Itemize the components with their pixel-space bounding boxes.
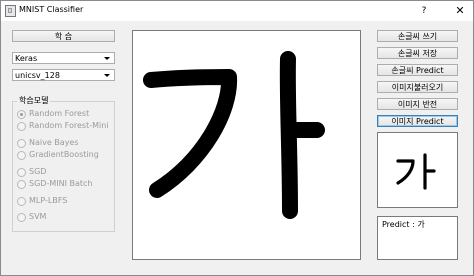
chevron-down-icon bbox=[104, 57, 110, 60]
prediction-result-box: Predict : 가 bbox=[377, 216, 458, 260]
radio-button[interactable] bbox=[17, 180, 26, 189]
model-group-title: 학습모델 bbox=[17, 96, 51, 105]
radio-button[interactable] bbox=[17, 197, 26, 206]
window-title: MNIST Classifier bbox=[19, 5, 84, 14]
handwritten-stroke-drawing bbox=[143, 51, 325, 219]
learn-button[interactable]: 학 습 bbox=[12, 30, 115, 42]
image-load-button[interactable]: 이미지불러오기 bbox=[377, 81, 458, 93]
stroke-giyeok bbox=[143, 69, 238, 198]
app-window-icon bbox=[5, 5, 16, 17]
radio-button[interactable] bbox=[17, 110, 26, 119]
model-file-select[interactable]: unicsv_128 bbox=[12, 69, 115, 81]
image-invert-button[interactable]: 이미지 반전 bbox=[377, 98, 458, 110]
radio-label: SGD bbox=[29, 167, 47, 176]
radio-button[interactable] bbox=[17, 213, 26, 222]
title-bar: MNIST Classifier ? ✕ bbox=[1, 1, 473, 21]
radio-button[interactable] bbox=[17, 151, 26, 160]
radio-label: SGD-MINI Batch bbox=[29, 179, 93, 188]
handwriting-save-button[interactable]: 손글씨 저장 bbox=[377, 47, 458, 59]
radio-label: Random Forest bbox=[29, 109, 90, 118]
model-file-select-value: unicsv_128 bbox=[15, 71, 60, 80]
radio-label: Naive Bayes bbox=[29, 138, 79, 147]
prediction-result-text: Predict : 가 bbox=[382, 220, 425, 229]
image-preview bbox=[377, 132, 458, 208]
image-predict-button[interactable]: 이미지 Predict bbox=[377, 115, 458, 127]
handwriting-write-button[interactable]: 손글씨 쓰기 bbox=[377, 30, 458, 42]
chevron-down-icon bbox=[104, 74, 110, 77]
drawing-canvas[interactable] bbox=[132, 30, 361, 260]
radio-label: GradientBoosting bbox=[29, 150, 99, 159]
framework-select-value: Keras bbox=[15, 54, 38, 63]
radio-label: SVM bbox=[29, 212, 47, 221]
preview-character-image bbox=[396, 153, 436, 190]
radio-button[interactable] bbox=[17, 122, 26, 131]
radio-label: MLP-LBFS bbox=[29, 196, 68, 205]
framework-select[interactable]: Keras bbox=[12, 52, 115, 64]
handwriting-predict-button[interactable]: 손글씨 Predict bbox=[377, 64, 458, 76]
radio-button[interactable] bbox=[17, 139, 26, 148]
close-button[interactable]: ✕ bbox=[452, 3, 468, 19]
radio-button[interactable] bbox=[17, 168, 26, 177]
help-button[interactable]: ? bbox=[416, 3, 432, 19]
radio-label: Random Forest-Mini bbox=[29, 121, 109, 130]
